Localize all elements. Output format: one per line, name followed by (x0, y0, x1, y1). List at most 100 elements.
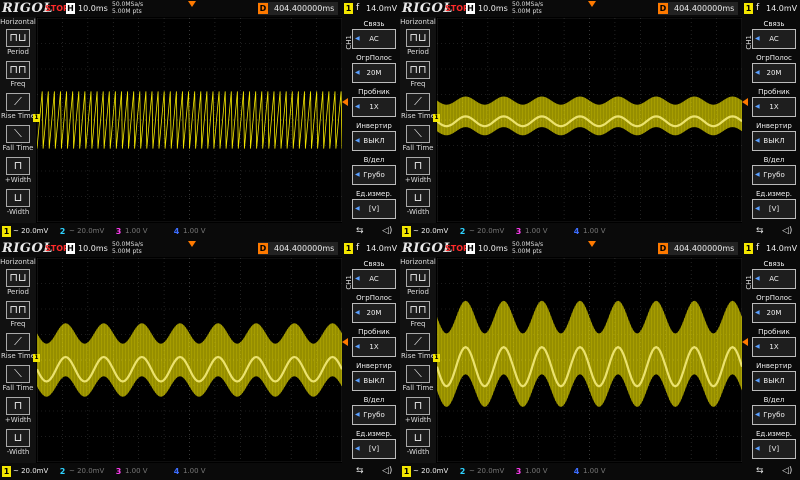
setting-value[interactable]: ◀ ВЫКЛ (752, 371, 796, 391)
channel-setting-4[interactable]: Инвертир ◀ ВЫКЛ (752, 121, 796, 151)
measure-+width[interactable]: ⊓ +Width (0, 395, 36, 425)
measure-fall-time[interactable]: ⟍ Fall Time (0, 363, 36, 393)
setting-value[interactable]: ◀ ВЫКЛ (352, 371, 396, 391)
channel-setting-3[interactable]: Пробник ◀ 1X (352, 327, 396, 357)
trigger-level[interactable]: 14.0mV (366, 243, 397, 254)
channel-setting-4[interactable]: Инвертир ◀ ВЫКЛ (752, 361, 796, 391)
trigger-level-marker[interactable] (342, 98, 348, 106)
horizontal-scale[interactable]: 10.0ms (78, 243, 108, 254)
measure-period[interactable]: ⊓⊔ Period (400, 267, 436, 297)
setting-value[interactable]: ◀ [V] (352, 439, 396, 459)
setting-value[interactable]: ◀ Грубо (352, 165, 396, 185)
measure-freq[interactable]: ⊓⊓ Freq (400, 299, 436, 329)
trigger-level[interactable]: 14.0mV (766, 3, 797, 14)
setting-value[interactable]: ◀ 20M (752, 303, 796, 323)
setting-value[interactable]: ◀ AC (352, 269, 396, 289)
waveform-grid[interactable] (437, 258, 742, 462)
delay-box[interactable]: D 404.400000ms (258, 2, 338, 15)
channel-setting-3[interactable]: Пробник ◀ 1X (752, 87, 796, 117)
channel-setting-2[interactable]: ОгрПолос ◀ 20M (352, 53, 396, 83)
measure-period[interactable]: ⊓⊔ Period (0, 267, 36, 297)
measure-rise-time[interactable]: ⟋ Rise Time (0, 91, 36, 121)
channel-setting-5[interactable]: В/дел ◀ Грубо (352, 395, 396, 425)
trigger-level-marker[interactable] (342, 338, 348, 346)
trigger-position-marker[interactable] (188, 1, 196, 7)
waveform-grid[interactable] (37, 258, 342, 462)
trigger-position-marker[interactable] (188, 241, 196, 247)
measure-period[interactable]: ⊓⊔ Period (400, 27, 436, 57)
trigger-position-marker[interactable] (588, 1, 596, 7)
channel-3-scale[interactable]: 3 1.00 V (514, 466, 568, 477)
horizontal-scale[interactable]: 10.0ms (78, 3, 108, 14)
setting-value[interactable]: ◀ Грубо (752, 165, 796, 185)
channel-1-offset-marker[interactable]: 1 (433, 354, 440, 362)
horizontal-scale[interactable]: 10.0ms (478, 243, 508, 254)
channel-setting-2[interactable]: ОгрПолос ◀ 20M (752, 53, 796, 83)
channel-3-scale[interactable]: 3 1.00 V (514, 226, 568, 237)
measure-rise-time[interactable]: ⟋ Rise Time (400, 91, 436, 121)
setting-value[interactable]: ◀ 20M (352, 63, 396, 83)
trigger-level-marker[interactable] (742, 338, 748, 346)
trigger-level-marker[interactable] (742, 98, 748, 106)
setting-value[interactable]: ◀ AC (752, 269, 796, 289)
measure-fall-time[interactable]: ⟍ Fall Time (0, 123, 36, 153)
measure-rise-time[interactable]: ⟋ Rise Time (0, 331, 36, 361)
speaker-icon[interactable]: ◁) (382, 466, 392, 477)
setting-value[interactable]: ◀ 1X (352, 97, 396, 117)
measure-freq[interactable]: ⊓⊓ Freq (400, 59, 436, 89)
waveform-grid[interactable] (437, 18, 742, 222)
setting-value[interactable]: ◀ 1X (752, 97, 796, 117)
waveform-grid[interactable] (37, 18, 342, 222)
speaker-icon[interactable]: ◁) (782, 226, 792, 237)
channel-2-scale[interactable]: 2 ~ 20.0mV (58, 466, 112, 477)
channel-4-scale[interactable]: 4 1.00 V (172, 466, 226, 477)
setting-value[interactable]: ◀ 20M (752, 63, 796, 83)
channel-setting-2[interactable]: ОгрПолос ◀ 20M (352, 293, 396, 323)
setting-value[interactable]: ◀ [V] (752, 199, 796, 219)
channel-setting-1[interactable]: Связь ◀ AC (752, 259, 796, 289)
setting-value[interactable]: ◀ [V] (352, 199, 396, 219)
channel-setting-1[interactable]: Связь ◀ AC (352, 259, 396, 289)
measure--width[interactable]: ⊔ -Width (400, 187, 436, 217)
setting-value[interactable]: ◀ 1X (752, 337, 796, 357)
channel-setting-4[interactable]: Инвертир ◀ ВЫКЛ (352, 361, 396, 391)
channel-4-scale[interactable]: 4 1.00 V (572, 466, 626, 477)
channel-2-scale[interactable]: 2 ~ 20.0mV (458, 226, 512, 237)
setting-value[interactable]: ◀ 20M (352, 303, 396, 323)
setting-value[interactable]: ◀ AC (752, 29, 796, 49)
trigger-channel[interactable]: 1 (344, 243, 353, 254)
channel-2-scale[interactable]: 2 ~ 20.0mV (58, 226, 112, 237)
channel-setting-6[interactable]: Ед.измер. ◀ [V] (352, 429, 396, 459)
speaker-icon[interactable]: ◁) (782, 466, 792, 477)
measure-+width[interactable]: ⊓ +Width (0, 155, 36, 185)
trigger-level[interactable]: 14.0mV (766, 243, 797, 254)
channel-setting-6[interactable]: Ед.измер. ◀ [V] (752, 189, 796, 219)
channel-setting-3[interactable]: Пробник ◀ 1X (752, 327, 796, 357)
channel-1-offset-marker[interactable]: 1 (33, 114, 40, 122)
channel-setting-6[interactable]: Ед.измер. ◀ [V] (752, 429, 796, 459)
horizontal-scale[interactable]: 10.0ms (478, 3, 508, 14)
measure--width[interactable]: ⊔ -Width (0, 427, 36, 457)
setting-value[interactable]: ◀ ВЫКЛ (352, 131, 396, 151)
measure-period[interactable]: ⊓⊔ Period (0, 27, 36, 57)
measure--width[interactable]: ⊔ -Width (0, 187, 36, 217)
channel-1-scale[interactable]: 1 ~ 20.0mV (402, 226, 456, 237)
channel-1-offset-marker[interactable]: 1 (33, 354, 40, 362)
channel-1-offset-marker[interactable]: 1 (433, 114, 440, 122)
channel-1-scale[interactable]: 1 ~ 20.0mV (2, 226, 56, 237)
channel-setting-5[interactable]: В/дел ◀ Грубо (352, 155, 396, 185)
measure-freq[interactable]: ⊓⊓ Freq (0, 59, 36, 89)
channel-2-scale[interactable]: 2 ~ 20.0mV (458, 466, 512, 477)
channel-1-scale[interactable]: 1 ~ 20.0mV (402, 466, 456, 477)
channel-setting-2[interactable]: ОгрПолос ◀ 20M (752, 293, 796, 323)
channel-setting-5[interactable]: В/дел ◀ Грубо (752, 395, 796, 425)
channel-4-scale[interactable]: 4 1.00 V (572, 226, 626, 237)
trigger-level[interactable]: 14.0mV (366, 3, 397, 14)
measure-freq[interactable]: ⊓⊓ Freq (0, 299, 36, 329)
setting-value[interactable]: ◀ AC (352, 29, 396, 49)
delay-box[interactable]: D 404.400000ms (658, 2, 738, 15)
channel-4-scale[interactable]: 4 1.00 V (172, 226, 226, 237)
setting-value[interactable]: ◀ [V] (752, 439, 796, 459)
measure-+width[interactable]: ⊓ +Width (400, 395, 436, 425)
trigger-position-marker[interactable] (588, 241, 596, 247)
